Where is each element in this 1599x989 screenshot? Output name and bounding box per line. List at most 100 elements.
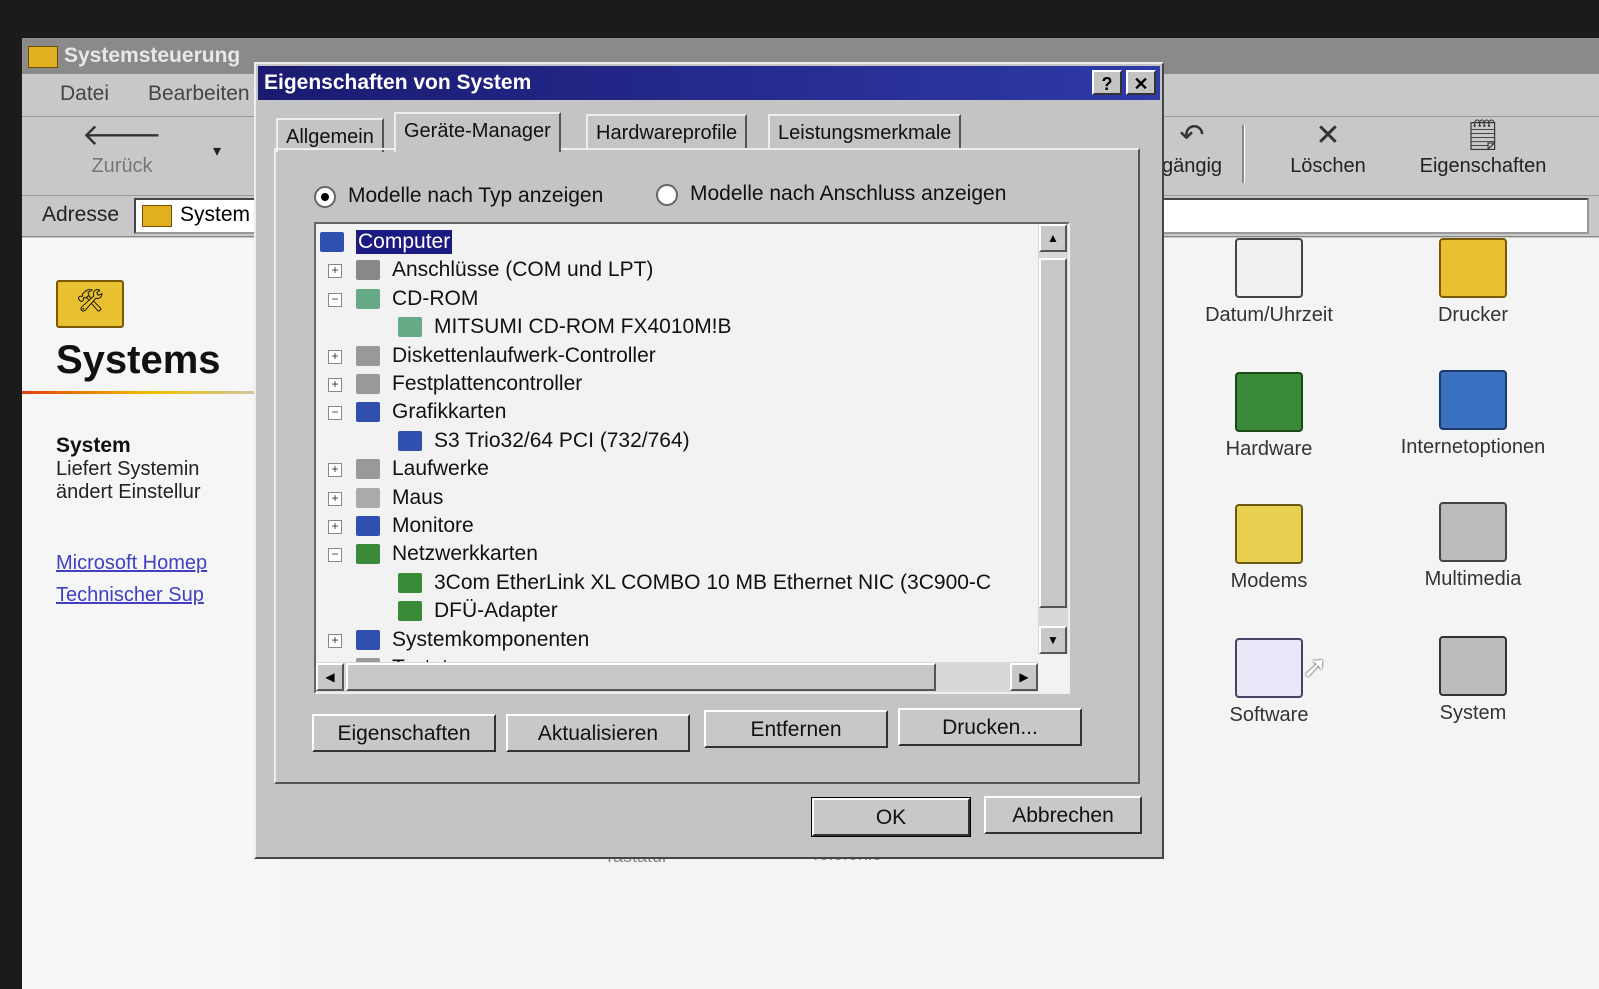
printers-applet[interactable]: Drucker — [1388, 238, 1558, 327]
modems-applet[interactable]: Modems — [1184, 504, 1354, 593]
ok-button[interactable]: OK — [811, 797, 971, 837]
scroll-thumb[interactable] — [1039, 258, 1067, 608]
pane-title: Systems — [56, 338, 221, 382]
refresh-button[interactable]: Aktualisieren — [506, 714, 690, 752]
device-icon — [356, 374, 380, 394]
tab-hardware-profiles[interactable]: Hardwareprofile — [586, 114, 748, 148]
mouse-cursor-icon: ➚ — [1302, 651, 1328, 684]
expand-plus-icon[interactable]: + — [328, 463, 342, 478]
device-icon — [356, 288, 380, 309]
software-install-icon — [1235, 638, 1303, 698]
device-icon — [398, 572, 422, 593]
device-icon — [356, 402, 380, 423]
multimedia-applet[interactable]: Multimedia — [1388, 502, 1558, 591]
device-icon — [356, 629, 380, 650]
tab-device-manager[interactable]: Geräte-Manager — [394, 112, 561, 152]
close-button[interactable]: ✕ — [1126, 70, 1156, 95]
back-dropdown-icon[interactable]: ▾ — [202, 117, 232, 191]
microsoft-homepage-link[interactable]: Microsoft Homep — [56, 552, 207, 575]
collapse-minus-icon[interactable]: − — [328, 406, 342, 421]
toolbar-separator — [1242, 125, 1245, 183]
properties-toolbar-button[interactable]: 🗒 Eigenschaften — [1408, 117, 1558, 191]
device-icon — [398, 317, 422, 338]
collapse-minus-icon[interactable]: − — [328, 292, 342, 307]
device-tree[interactable]: Computer + Anschlüsse (COM und LPT) − CD-ROM… — [314, 222, 1070, 694]
scroll-up-icon[interactable]: ▲ — [1039, 224, 1067, 252]
radio-by-type[interactable] — [314, 186, 336, 208]
scroll-left-icon[interactable]: ◀ — [316, 663, 344, 691]
scroll-right-icon[interactable]: ▶ — [1010, 663, 1038, 691]
menu-file[interactable]: Datei — [60, 82, 109, 106]
cancel-button[interactable]: Abbrechen — [984, 796, 1142, 834]
tree-node-label: Computer — [356, 230, 453, 254]
software-applet[interactable]: Software — [1184, 638, 1354, 727]
remove-button[interactable]: Entfernen — [704, 710, 888, 748]
device-icon — [398, 430, 422, 451]
technical-support-link[interactable]: Technischer Sup — [56, 584, 204, 607]
expand-plus-icon[interactable]: + — [328, 491, 342, 506]
tree-node-label: 3Com EtherLink XL COMBO 10 MB Ethernet N… — [434, 570, 992, 594]
system-applet[interactable]: System — [1388, 636, 1558, 725]
tree-node-label: DFÜ-Adapter — [434, 599, 558, 623]
expand-plus-icon[interactable]: + — [328, 264, 342, 279]
print-button[interactable]: Drucken... — [898, 708, 1082, 746]
tree-node-label: Diskettenlaufwerk-Controller — [392, 343, 656, 367]
tree-node-label: Anschlüsse (COM und LPT) — [392, 258, 654, 282]
pane-item-name: System — [56, 434, 131, 457]
device-icon — [356, 260, 380, 281]
tree-node-label: Systemkomponenten — [392, 627, 590, 651]
expand-plus-icon[interactable]: + — [328, 520, 342, 534]
pane-description-line: ändert Einstellur — [56, 481, 201, 503]
device-icon — [356, 487, 380, 508]
dialog-titlebar: Eigenschaften von System ? ✕ — [258, 66, 1160, 100]
expand-plus-icon[interactable]: + — [328, 378, 342, 392]
back-button[interactable]: 🡐 Zurück — [72, 117, 172, 191]
expand-plus-icon[interactable]: + — [328, 633, 342, 648]
folder-icon — [142, 205, 172, 227]
tree-node-label: MITSUMI CD-ROM FX4010M!B — [434, 315, 732, 339]
device-icon — [398, 601, 422, 622]
radio-by-connection[interactable] — [656, 184, 678, 206]
multimedia-icon — [1439, 502, 1507, 562]
delete-button[interactable]: ✕ Löschen — [1278, 117, 1378, 191]
back-arrow-icon: 🡐 — [81, 119, 163, 152]
menu-edit[interactable]: Bearbeiten — [148, 82, 250, 106]
scroll-down-icon[interactable]: ▼ — [1039, 626, 1067, 654]
radio-by-connection-label: Modelle nach Anschluss anzeigen — [690, 182, 1007, 205]
tab-general[interactable]: Allgemein — [276, 118, 384, 152]
tree-node-label: Grafikkarten — [392, 400, 507, 424]
tree-node-label: Maus — [392, 485, 444, 509]
device-icon — [356, 544, 380, 565]
calendar-clock-icon — [1235, 238, 1303, 298]
properties-button[interactable]: Eigenschaften — [312, 714, 496, 752]
tree-node-label: S3 Trio32/64 PCI (732/764) — [434, 428, 690, 452]
vertical-scrollbar[interactable]: ▲ ▼ — [1038, 224, 1068, 654]
datetime-applet[interactable]: Datum/Uhrzeit — [1184, 238, 1354, 327]
collapse-minus-icon[interactable]: − — [328, 548, 342, 563]
computer-icon — [1439, 636, 1507, 696]
globe-icon — [1439, 370, 1507, 430]
radio-by-type-label: Modelle nach Typ anzeigen — [348, 184, 604, 207]
help-button[interactable]: ? — [1092, 70, 1122, 95]
tree-node-label: Monitore — [392, 514, 474, 537]
pane-divider — [22, 391, 282, 394]
hardware-applet[interactable]: Hardware — [1184, 372, 1354, 461]
device-icon — [356, 345, 380, 366]
internet-options-applet[interactable]: Internetoptionen — [1388, 370, 1558, 459]
folder-icon — [28, 46, 58, 68]
delete-x-icon: ✕ — [1315, 119, 1341, 152]
system-properties-dialog: Eigenschaften von System ? ✕ Allgemein G… — [254, 62, 1164, 859]
scroll-thumb[interactable] — [346, 663, 936, 691]
window-title: Systemsteuerung — [64, 44, 241, 67]
pane-description-line: Liefert Systemin — [56, 458, 200, 480]
printer-folder-icon — [1439, 238, 1507, 298]
telephone-icon — [1235, 504, 1303, 564]
tree-node-label: Netzwerkkarten — [392, 542, 538, 566]
dialog-title: Eigenschaften von System — [264, 71, 532, 94]
horizontal-scrollbar[interactable]: ◀ ▶ — [316, 662, 1038, 692]
control-panel-tools-icon — [56, 280, 124, 328]
tree-node-label: CD-ROM — [392, 286, 479, 310]
device-icon — [356, 459, 380, 480]
expand-plus-icon[interactable]: + — [328, 349, 342, 364]
tab-performance[interactable]: Leistungsmerkmale — [768, 114, 962, 148]
